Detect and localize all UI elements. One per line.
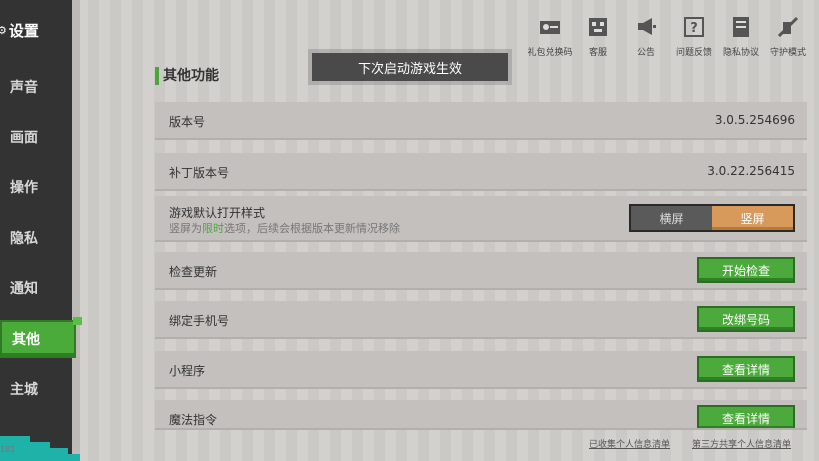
orientation-label: 游戏默认打开样式 xyxy=(169,206,266,220)
sidebar-item-label: 其他 xyxy=(12,332,40,348)
collected-info-link[interactable]: 已收集个人信息清单 xyxy=(589,437,670,450)
orientation-note-suffix: 选项，后续会根据版本更新情况移除 xyxy=(224,222,400,235)
sidebar-item-label: 画面 xyxy=(10,130,38,146)
orientation-toggle: 横屏 竖屏 xyxy=(629,204,795,232)
support-label: 客服 xyxy=(588,48,607,58)
sidebar-edge xyxy=(72,0,80,461)
mini-program-label: 小程序 xyxy=(169,364,206,378)
magic-command-details-button[interactable]: 查看详情 xyxy=(697,405,795,428)
orientation-note-prefix: 竖屏为 xyxy=(169,222,202,235)
announcement-label: 公告 xyxy=(636,48,655,58)
section-title: 其他功能 xyxy=(155,67,219,85)
gift-code-button[interactable]: 礼包兑换码 xyxy=(524,16,576,59)
orientation-note-highlight: 限时 xyxy=(202,222,224,235)
mini-program-row: 小程序 查看详情 xyxy=(155,351,807,389)
sidebar-item-label: 主城 xyxy=(10,382,38,398)
landscape-option[interactable]: 横屏 xyxy=(631,206,712,230)
privacy-agreement-button[interactable]: 隐私协议 xyxy=(715,16,767,59)
settings-title: ⚙ 设置 xyxy=(0,18,72,42)
feedback-button[interactable]: ? 问题反馈 xyxy=(668,16,720,59)
patch-version-row: 补丁版本号 3.0.22.256415 xyxy=(155,153,807,191)
bottom-text: 181 xyxy=(0,445,16,454)
document-icon xyxy=(733,17,749,37)
orientation-row: 游戏默认打开样式 竖屏为限时选项，后续会根据版本更新情况移除 横屏 竖屏 xyxy=(155,196,807,242)
shared-info-link[interactable]: 第三方共享个人信息清单 xyxy=(692,437,791,450)
guard-icon xyxy=(777,16,799,38)
guard-mode-button[interactable]: 守护模式 xyxy=(762,16,814,59)
sidebar-item-sound[interactable]: 声音 xyxy=(0,68,72,106)
key-icon xyxy=(540,21,560,34)
svg-text:?: ? xyxy=(690,21,698,36)
sidebar-item-label: 通知 xyxy=(10,281,38,297)
change-number-button[interactable]: 改绑号码 xyxy=(697,306,795,332)
question-icon: ? xyxy=(684,17,704,37)
bind-phone-label: 绑定手机号 xyxy=(169,314,230,328)
guard-mode-label: 守护模式 xyxy=(769,48,806,58)
sidebar-item-graphics[interactable]: 画面 xyxy=(0,118,72,156)
gear-icon: ⚙ xyxy=(0,23,7,37)
version-row: 版本号 3.0.5.254696 xyxy=(155,102,807,140)
sidebar-item-label: 操作 xyxy=(10,180,38,196)
feedback-label: 问题反馈 xyxy=(675,48,712,58)
gift-code-label: 礼包兑换码 xyxy=(527,48,573,58)
sidebar-item-privacy[interactable]: 隐私 xyxy=(0,219,72,257)
megaphone-icon xyxy=(638,18,656,35)
check-update-label: 检查更新 xyxy=(169,265,218,279)
check-update-row: 检查更新 开始检查 xyxy=(155,252,807,290)
sidebar-item-notifications[interactable]: 通知 xyxy=(0,269,72,307)
toast-message: 下次启动游戏生效 xyxy=(312,53,508,81)
patch-version-label: 补丁版本号 xyxy=(169,166,230,180)
announcement-button[interactable]: 公告 xyxy=(620,16,672,59)
privacy-agreement-label: 隐私协议 xyxy=(722,48,759,58)
version-label: 版本号 xyxy=(169,115,206,129)
support-icon xyxy=(589,18,607,36)
magic-command-row: 魔法指令 查看详情 xyxy=(155,400,807,430)
start-check-button[interactable]: 开始检查 xyxy=(697,257,795,283)
sidebar-item-label: 声音 xyxy=(10,80,38,96)
sidebar-item-other[interactable]: 其他 xyxy=(0,320,76,358)
portrait-option[interactable]: 竖屏 xyxy=(712,206,793,230)
sidebar-item-main-city[interactable]: 主城 xyxy=(0,370,72,408)
mini-program-details-button[interactable]: 查看详情 xyxy=(697,356,795,382)
orientation-note: 竖屏为限时选项，后续会根据版本更新情况移除 xyxy=(169,220,400,236)
active-tab-marker xyxy=(73,317,82,325)
magic-command-label: 魔法指令 xyxy=(169,413,218,427)
bind-phone-row: 绑定手机号 改绑号码 xyxy=(155,301,807,339)
settings-title-label: 设置 xyxy=(8,21,39,40)
support-button[interactable]: 客服 xyxy=(572,16,624,59)
version-value: 3.0.5.254696 xyxy=(714,113,795,127)
sidebar-item-controls[interactable]: 操作 xyxy=(0,168,72,206)
sidebar-item-label: 隐私 xyxy=(10,231,38,247)
patch-version-value: 3.0.22.256415 xyxy=(707,164,795,178)
